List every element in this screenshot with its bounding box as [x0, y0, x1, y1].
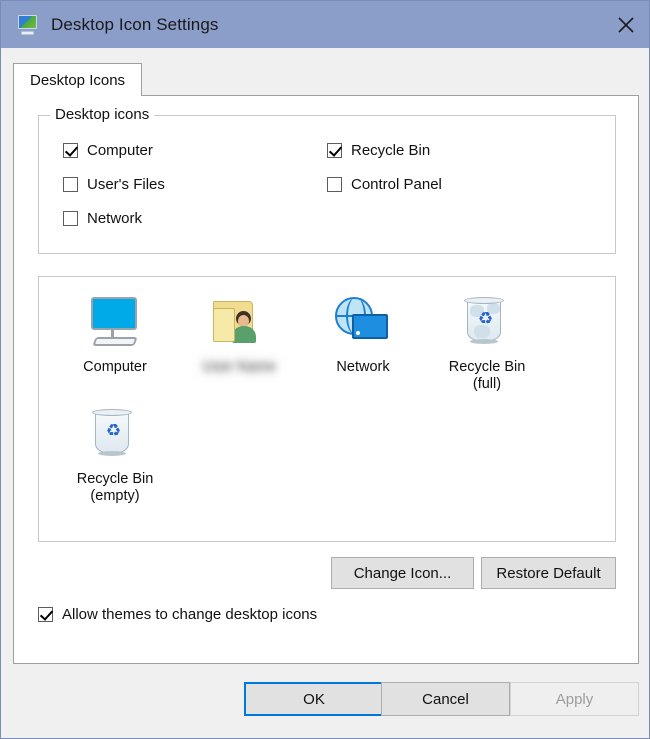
- preview-item-recycle-bin-full-label: Recycle Bin (full): [448, 359, 526, 392]
- apply-button: Apply: [510, 682, 639, 716]
- change-icon-button-label: Change Icon...: [353, 564, 452, 582]
- preview-item-recycle-bin-full[interactable]: ♻ Recycle Bin (full): [427, 295, 547, 393]
- checkbox-users-files-box[interactable]: [63, 177, 78, 192]
- network-globe-icon: [331, 295, 395, 353]
- checkbox-network-label: Network: [87, 210, 143, 227]
- title-bar: Desktop Icon Settings: [1, 1, 649, 48]
- preview-item-user-files[interactable]: User Name: [179, 295, 299, 376]
- checkbox-control-panel-label: Control Panel: [351, 176, 442, 193]
- ok-button-label: OK: [303, 690, 325, 708]
- desktop-icon-settings-dialog: Desktop Icon Settings Desktop Icons Desk…: [0, 0, 650, 739]
- checkbox-computer[interactable]: Computer: [63, 142, 153, 159]
- tab-strip: Desktop Icons: [13, 63, 639, 96]
- change-icon-button[interactable]: Change Icon...: [331, 557, 474, 589]
- recycle-bin-empty-icon: ♻: [83, 407, 147, 465]
- checkbox-network-box[interactable]: [63, 211, 78, 226]
- preview-item-network-label: Network: [336, 359, 390, 375]
- display-settings-icon: [17, 14, 39, 35]
- dialog-button-bar: OK Cancel Apply: [1, 664, 649, 738]
- checkbox-allow-themes-label: Allow themes to change desktop icons: [62, 606, 318, 623]
- cancel-button[interactable]: Cancel: [381, 682, 510, 716]
- checkbox-computer-box[interactable]: [63, 143, 78, 158]
- checkbox-control-panel-box[interactable]: [327, 177, 342, 192]
- preview-item-recycle-bin-empty[interactable]: ♻ Recycle Bin (empty): [55, 407, 175, 505]
- cancel-button-label: Cancel: [422, 690, 469, 708]
- tab-desktop-icons[interactable]: Desktop Icons: [13, 63, 143, 96]
- close-icon[interactable]: [601, 1, 649, 48]
- desktop-icons-group: Desktop icons Computer User's Files Netw…: [38, 106, 616, 254]
- preview-item-user-files-label: User Name: [202, 359, 276, 375]
- checkbox-recycle-bin[interactable]: Recycle Bin: [327, 142, 430, 159]
- checkbox-allow-themes[interactable]: Allow themes to change desktop icons: [38, 606, 317, 623]
- icon-preview-box: Computer User Name Network ♻ Recycle Bin…: [38, 276, 616, 542]
- checkbox-recycle-bin-box[interactable]: [327, 143, 342, 158]
- checkbox-allow-themes-box[interactable]: [38, 607, 53, 622]
- preview-item-computer[interactable]: Computer: [55, 295, 175, 376]
- preview-item-recycle-bin-empty-label: Recycle Bin (empty): [76, 471, 154, 504]
- checkbox-computer-label: Computer: [87, 142, 153, 159]
- restore-default-button[interactable]: Restore Default: [481, 557, 616, 589]
- tab-page-desktop-icons: Desktop icons Computer User's Files Netw…: [13, 95, 639, 664]
- user-folder-icon: [207, 295, 271, 353]
- preview-item-computer-label: Computer: [83, 359, 147, 375]
- checkbox-users-files-label: User's Files: [87, 176, 165, 193]
- checkbox-network[interactable]: Network: [63, 210, 142, 227]
- apply-button-label: Apply: [555, 690, 594, 708]
- checkbox-users-files[interactable]: User's Files: [63, 176, 165, 193]
- preview-item-network[interactable]: Network: [303, 295, 423, 376]
- checkbox-recycle-bin-label: Recycle Bin: [351, 142, 431, 159]
- window-title: Desktop Icon Settings: [51, 14, 219, 34]
- recycle-bin-full-icon: ♻: [455, 295, 519, 353]
- checkbox-control-panel[interactable]: Control Panel: [327, 176, 442, 193]
- restore-default-button-label: Restore Default: [496, 564, 601, 582]
- tab-desktop-icons-label: Desktop Icons: [30, 71, 126, 89]
- desktop-icons-group-legend: Desktop icons: [50, 106, 155, 123]
- computer-monitor-icon: [83, 295, 147, 353]
- ok-button[interactable]: OK: [244, 682, 384, 716]
